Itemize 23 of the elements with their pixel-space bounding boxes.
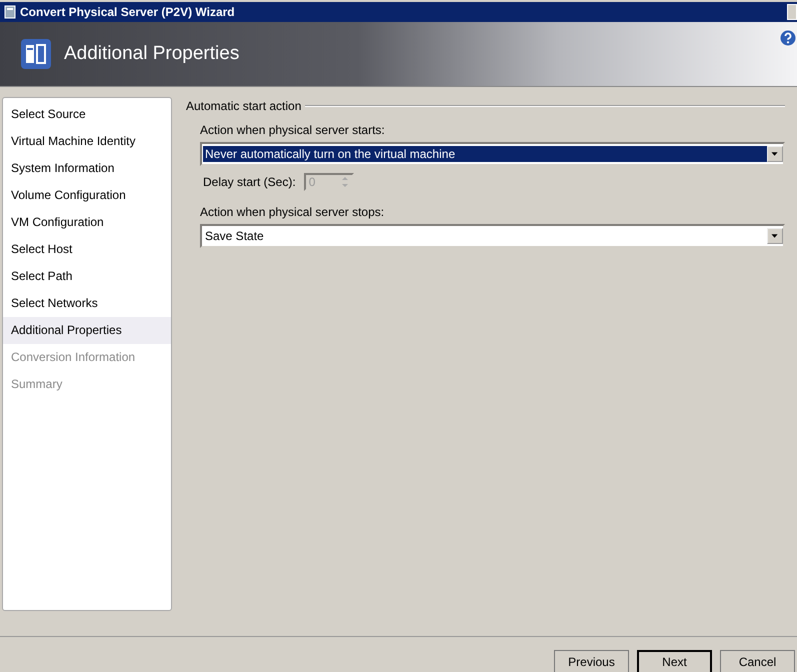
- server-icon: [4, 5, 16, 19]
- window-title: Convert Physical Server (P2V) Wizard: [20, 5, 236, 19]
- page-title: Additional Properties: [64, 43, 240, 65]
- previous-button[interactable]: Previous: [554, 650, 629, 672]
- group-title: Automatic start action: [186, 99, 302, 113]
- field-label: Delay start (Sec):: [203, 175, 296, 189]
- step-item[interactable]: Additional Properties: [3, 317, 171, 344]
- next-button[interactable]: Next: [637, 650, 712, 672]
- step-item[interactable]: Select Networks: [3, 290, 171, 317]
- step-item[interactable]: Volume Configuration: [3, 182, 171, 209]
- step-item[interactable]: Virtual Machine Identity: [3, 128, 171, 155]
- field-label: Action when physical server stops:: [200, 205, 386, 219]
- field-label: Action when physical server starts:: [200, 123, 386, 137]
- step-item[interactable]: Select Host: [3, 236, 171, 263]
- step-item[interactable]: VM Configuration: [3, 209, 171, 236]
- step-item[interactable]: Select Path: [3, 263, 171, 290]
- step-item[interactable]: System Information: [3, 155, 171, 182]
- stop-action-dropdown[interactable]: Save State: [200, 224, 785, 248]
- start-action-dropdown[interactable]: Never automatically turn on the virtual machine: [200, 142, 785, 166]
- cancel-button[interactable]: Cancel: [720, 650, 795, 672]
- server-icon: [20, 38, 52, 70]
- help-icon[interactable]: [780, 30, 796, 46]
- step-item[interactable]: Select Source: [3, 101, 171, 128]
